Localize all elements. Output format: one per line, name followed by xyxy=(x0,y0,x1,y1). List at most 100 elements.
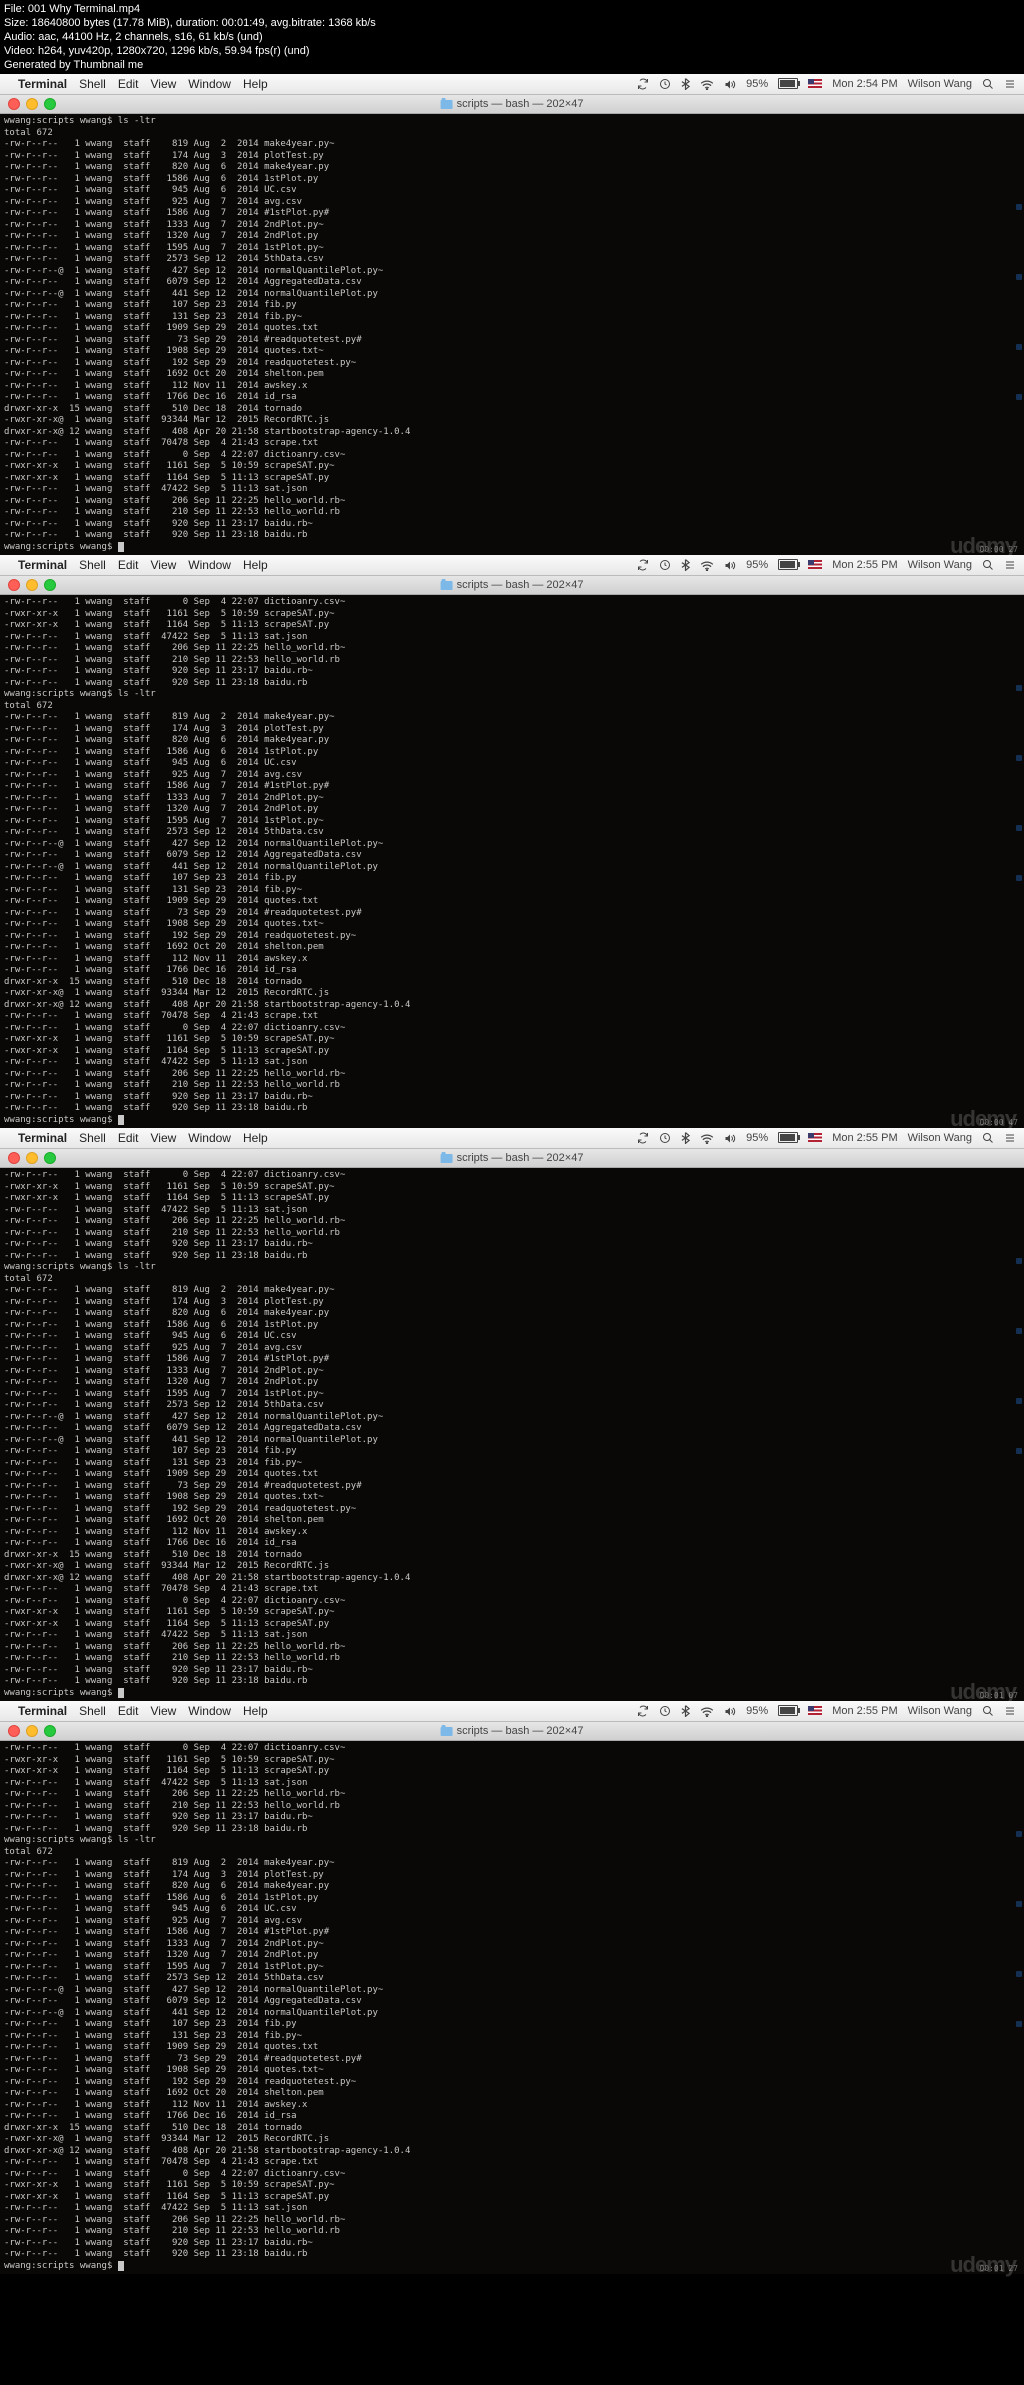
folder-icon xyxy=(441,1727,453,1736)
menu-shell[interactable]: Shell xyxy=(79,1131,106,1145)
minimize-window-button[interactable] xyxy=(26,579,38,591)
terminal-prompt[interactable]: wwang:scripts wwang$ xyxy=(4,2261,1020,2273)
terminal-prompt[interactable]: wwang:scripts wwang$ xyxy=(4,1115,1020,1127)
menu-help[interactable]: Help xyxy=(243,1131,268,1145)
wifi-icon[interactable] xyxy=(700,1132,714,1144)
minimize-window-button[interactable] xyxy=(26,1152,38,1164)
battery-icon[interactable] xyxy=(778,1132,798,1145)
app-name[interactable]: Terminal xyxy=(18,1704,67,1718)
menu-help[interactable]: Help xyxy=(243,558,268,572)
battery-icon[interactable] xyxy=(778,78,798,91)
wifi-icon[interactable] xyxy=(700,559,714,571)
notification-center-icon[interactable] xyxy=(1004,78,1016,90)
input-source-flag[interactable] xyxy=(808,1705,822,1717)
timecode: 00:01 07 xyxy=(979,1690,1018,1702)
menubar-clock[interactable]: Mon 2:55 PM xyxy=(832,1705,897,1717)
window-titlebar[interactable]: scripts — bash — 202×47 xyxy=(0,1722,1024,1741)
input-source-flag[interactable] xyxy=(808,559,822,571)
close-window-button[interactable] xyxy=(8,579,20,591)
terminal-output[interactable]: -rw-r--r-- 1 wwang staff 0 Sep 4 22:07 d… xyxy=(0,1741,1024,2274)
menu-help[interactable]: Help xyxy=(243,1704,268,1718)
wifi-icon[interactable] xyxy=(700,78,714,90)
speaker-icon[interactable] xyxy=(724,1132,736,1144)
menu-window[interactable]: Window xyxy=(188,1704,231,1718)
prompt-text: wwang:scripts wwang$ xyxy=(4,542,118,552)
notification-center-icon[interactable] xyxy=(1004,1705,1016,1717)
menu-view[interactable]: View xyxy=(151,1131,177,1145)
close-window-button[interactable] xyxy=(8,1152,20,1164)
menubar-clock[interactable]: Mon 2:54 PM xyxy=(832,78,897,90)
sync-icon[interactable] xyxy=(637,1132,649,1144)
spotlight-icon[interactable] xyxy=(982,559,994,571)
timemachine-icon[interactable] xyxy=(659,1132,671,1144)
input-source-flag[interactable] xyxy=(808,78,822,90)
timemachine-icon[interactable] xyxy=(659,1705,671,1717)
sync-icon[interactable] xyxy=(637,1705,649,1717)
zoom-window-button[interactable] xyxy=(44,1725,56,1737)
menu-window[interactable]: Window xyxy=(188,558,231,572)
menubar-clock[interactable]: Mon 2:55 PM xyxy=(832,559,897,571)
menu-window[interactable]: Window xyxy=(188,1131,231,1145)
app-name[interactable]: Terminal xyxy=(18,77,67,91)
battery-icon[interactable] xyxy=(778,1705,798,1718)
spotlight-icon[interactable] xyxy=(982,78,994,90)
minimize-window-button[interactable] xyxy=(26,1725,38,1737)
sync-icon[interactable] xyxy=(637,559,649,571)
speaker-icon[interactable] xyxy=(724,78,736,90)
zoom-window-button[interactable] xyxy=(44,1152,56,1164)
close-window-button[interactable] xyxy=(8,98,20,110)
spotlight-icon[interactable] xyxy=(982,1705,994,1717)
menubar-clock[interactable]: Mon 2:55 PM xyxy=(832,1132,897,1144)
timemachine-icon[interactable] xyxy=(659,78,671,90)
battery-icon[interactable] xyxy=(778,559,798,572)
close-window-button[interactable] xyxy=(8,1725,20,1737)
terminal-prompt[interactable]: wwang:scripts wwang$ xyxy=(4,542,1020,554)
notification-center-icon[interactable] xyxy=(1004,1132,1016,1144)
menubar-user[interactable]: Wilson Wang xyxy=(908,78,972,90)
sync-icon[interactable] xyxy=(637,78,649,90)
bluetooth-icon[interactable] xyxy=(681,559,690,571)
terminal-prompt[interactable]: wwang:scripts wwang$ xyxy=(4,1688,1020,1700)
zoom-window-button[interactable] xyxy=(44,579,56,591)
terminal-output[interactable]: -rw-r--r-- 1 wwang staff 0 Sep 4 22:07 d… xyxy=(0,1168,1024,1701)
menu-shell[interactable]: Shell xyxy=(79,1704,106,1718)
menu-shell[interactable]: Shell xyxy=(79,558,106,572)
menubar-user[interactable]: Wilson Wang xyxy=(908,1705,972,1717)
terminal-output[interactable]: -rw-r--r-- 1 wwang staff 0 Sep 4 22:07 d… xyxy=(0,595,1024,1128)
menu-window[interactable]: Window xyxy=(188,77,231,91)
dock-hint xyxy=(1016,274,1022,280)
minimize-window-button[interactable] xyxy=(26,98,38,110)
menu-shell[interactable]: Shell xyxy=(79,77,106,91)
menu-edit[interactable]: Edit xyxy=(118,1131,139,1145)
speaker-icon[interactable] xyxy=(724,559,736,571)
menubar-user[interactable]: Wilson Wang xyxy=(908,559,972,571)
menu-view[interactable]: View xyxy=(151,558,177,572)
meta-size: Size: 18640800 bytes (17.78 MiB), durati… xyxy=(4,16,1020,30)
menu-edit[interactable]: Edit xyxy=(118,77,139,91)
terminal-output[interactable]: wwang:scripts wwang$ ls -ltr total 672 -… xyxy=(0,114,1024,555)
bluetooth-icon[interactable] xyxy=(681,1132,690,1144)
menu-edit[interactable]: Edit xyxy=(118,1704,139,1718)
timemachine-icon[interactable] xyxy=(659,559,671,571)
window-titlebar[interactable]: scripts — bash — 202×47 xyxy=(0,95,1024,114)
app-name[interactable]: Terminal xyxy=(18,1131,67,1145)
bluetooth-icon[interactable] xyxy=(681,1705,690,1717)
menu-view[interactable]: View xyxy=(151,77,177,91)
zoom-window-button[interactable] xyxy=(44,98,56,110)
input-source-flag[interactable] xyxy=(808,1132,822,1144)
notification-center-icon[interactable] xyxy=(1004,559,1016,571)
speaker-icon[interactable] xyxy=(724,1705,736,1717)
window-titlebar[interactable]: scripts — bash — 202×47 xyxy=(0,576,1024,595)
dock-hint xyxy=(1016,755,1022,761)
spotlight-icon[interactable] xyxy=(982,1132,994,1144)
app-name[interactable]: Terminal xyxy=(18,558,67,572)
menu-edit[interactable]: Edit xyxy=(118,558,139,572)
window-titlebar[interactable]: scripts — bash — 202×47 xyxy=(0,1149,1024,1168)
meta-generated: Generated by Thumbnail me xyxy=(4,58,1020,72)
wifi-icon[interactable] xyxy=(700,1705,714,1717)
menu-view[interactable]: View xyxy=(151,1704,177,1718)
thumbnail-frame: Terminal Shell Edit View Window Help 95%… xyxy=(0,1701,1024,2274)
menubar-user[interactable]: Wilson Wang xyxy=(908,1132,972,1144)
menu-help[interactable]: Help xyxy=(243,77,268,91)
bluetooth-icon[interactable] xyxy=(681,78,690,90)
